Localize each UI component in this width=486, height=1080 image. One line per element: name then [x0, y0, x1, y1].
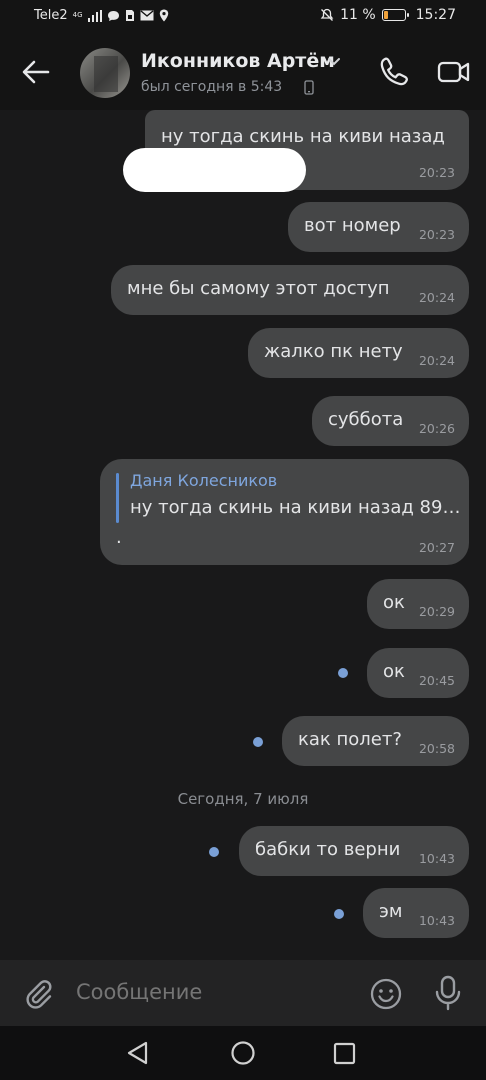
- redaction-blot: [123, 148, 306, 192]
- reply-quote-bar: [116, 473, 119, 523]
- system-navigation-bar: [0, 1026, 486, 1080]
- reply-author[interactable]: Даня Колесников: [130, 471, 277, 490]
- message-time: 10:43: [418, 913, 455, 928]
- mute-bell-icon: [320, 8, 334, 21]
- chevron-down-icon[interactable]: [327, 56, 341, 66]
- network-type: 4G: [72, 11, 83, 19]
- avatar[interactable]: [80, 48, 130, 98]
- status-right: 11 % 15:27: [320, 7, 456, 23]
- message-text: ок: [383, 592, 405, 613]
- composer-bar: [0, 960, 486, 1026]
- video-call-icon[interactable]: [436, 56, 472, 88]
- chat-notification-icon: [107, 10, 119, 21]
- signal-icon: [87, 9, 102, 22]
- message-text: жалко пк нету: [264, 341, 403, 362]
- unread-indicator: [253, 737, 263, 747]
- message-time: 10:43: [418, 851, 455, 866]
- message-list[interactable]: ну тогда скинь на киви назад 20:23 вот н…: [0, 110, 486, 960]
- unread-indicator: [338, 668, 348, 678]
- contact-name[interactable]: Иконников Артём: [141, 50, 335, 72]
- clock: 15:27: [415, 7, 456, 23]
- message-text: мне бы самому этот доступ: [127, 278, 390, 299]
- message-text: .: [116, 527, 122, 548]
- message-bubble[interactable]: бабки то верни 10:43: [239, 826, 469, 876]
- message-time: 20:45: [418, 673, 455, 688]
- mail-icon: [140, 10, 154, 21]
- message-bubble[interactable]: ок 20:45: [367, 648, 469, 698]
- microphone-icon[interactable]: [430, 974, 466, 1012]
- sim-icon: [125, 10, 134, 21]
- contact-last-seen: был сегодня в 5:43: [141, 79, 283, 95]
- message-time: 20:23: [418, 165, 455, 180]
- paperclip-icon[interactable]: [20, 976, 56, 1012]
- message-text: суббота: [328, 409, 404, 430]
- message-text: вот номер: [304, 215, 401, 236]
- nav-home-icon[interactable]: [230, 1040, 256, 1066]
- message-bubble[interactable]: ок 20:29: [367, 579, 469, 629]
- message-text: как полет?: [298, 729, 402, 750]
- carrier-label: Tele2: [34, 8, 68, 23]
- date-separator: Сегодня, 7 июля: [177, 790, 309, 808]
- back-arrow-icon[interactable]: [18, 54, 54, 90]
- mobile-phone-icon: [304, 80, 314, 95]
- message-bubble[interactable]: как полет? 20:58: [282, 716, 469, 766]
- status-bar: Tele2 4G 11 % 15:27: [0, 0, 486, 34]
- message-time: 20:23: [418, 227, 455, 242]
- battery-icon: [381, 9, 409, 21]
- message-bubble[interactable]: суббота 20:26: [312, 396, 469, 446]
- message-time: 20:58: [418, 741, 455, 756]
- reply-message-bubble[interactable]: Даня Колесников ну тогда скинь на киви н…: [100, 459, 469, 565]
- message-text: эм: [379, 901, 403, 922]
- phone-call-icon[interactable]: [376, 54, 412, 90]
- message-bubble[interactable]: жалко пк нету 20:24: [248, 328, 469, 378]
- reply-quoted-text: ну тогда скинь на киви назад 89…: [130, 497, 461, 518]
- battery-percent: 11 %: [340, 7, 376, 23]
- message-bubble[interactable]: мне бы самому этот доступ 20:24: [111, 265, 469, 315]
- message-text: ну тогда скинь на киви назад: [161, 126, 445, 147]
- message-time: 20:29: [418, 604, 455, 619]
- message-input[interactable]: [76, 980, 346, 1004]
- message-bubble[interactable]: эм 10:43: [363, 888, 469, 938]
- emoji-icon[interactable]: [368, 976, 404, 1012]
- unread-indicator: [334, 909, 344, 919]
- unread-indicator: [209, 847, 219, 857]
- location-icon: [159, 9, 168, 22]
- message-time: 20:24: [418, 353, 455, 368]
- message-time: 20:24: [418, 290, 455, 305]
- message-bubble[interactable]: вот номер 20:23: [288, 202, 469, 252]
- nav-back-icon[interactable]: [124, 1040, 152, 1066]
- status-left: Tele2 4G: [34, 8, 169, 23]
- message-text: бабки то верни: [255, 839, 401, 860]
- message-time: 20:27: [418, 540, 455, 555]
- chat-header: Иконников Артём был сегодня в 5:43: [0, 34, 486, 110]
- message-time: 20:26: [418, 421, 455, 436]
- message-text: ок: [383, 661, 405, 682]
- nav-recents-icon[interactable]: [332, 1041, 358, 1067]
